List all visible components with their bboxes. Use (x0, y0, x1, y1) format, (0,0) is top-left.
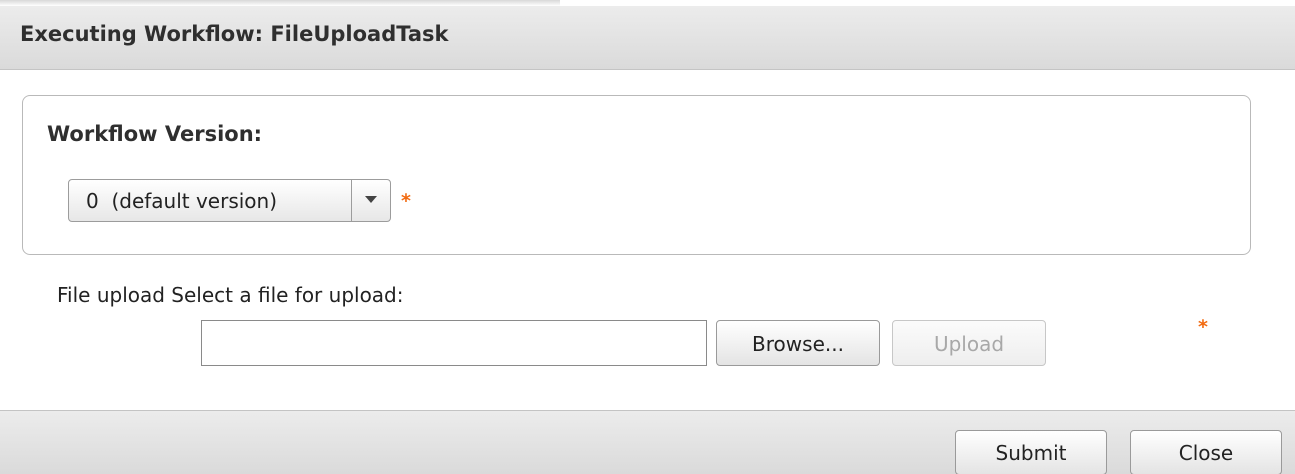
select-divider (351, 180, 352, 221)
workflow-dialog: Executing Workflow: FileUploadTask Workf… (0, 0, 1295, 474)
required-asterisk-icon: * (401, 190, 411, 212)
upload-button: Upload (892, 320, 1046, 366)
workflow-version-select[interactable]: 0 (default version) (68, 179, 391, 222)
dialog-title: Executing Workflow: FileUploadTask (20, 22, 449, 46)
submit-button[interactable]: Submit (955, 430, 1107, 474)
file-path-input[interactable] (201, 320, 707, 366)
close-button[interactable]: Close (1130, 430, 1282, 474)
chevron-down-icon[interactable] (365, 196, 377, 203)
browse-button[interactable]: Browse... (716, 320, 880, 366)
workflow-version-value: 0 (default version) (86, 189, 278, 213)
file-required-asterisk-icon: * (1198, 316, 1208, 338)
workflow-version-label: Workflow Version: (47, 122, 263, 146)
file-upload-label: File upload Select a file for upload: (57, 283, 404, 307)
dialog-header: Executing Workflow: FileUploadTask (0, 6, 1295, 70)
dialog-footer: Submit Close (0, 410, 1295, 474)
workflow-version-panel: Workflow Version: 0 (default version) * (22, 95, 1251, 255)
